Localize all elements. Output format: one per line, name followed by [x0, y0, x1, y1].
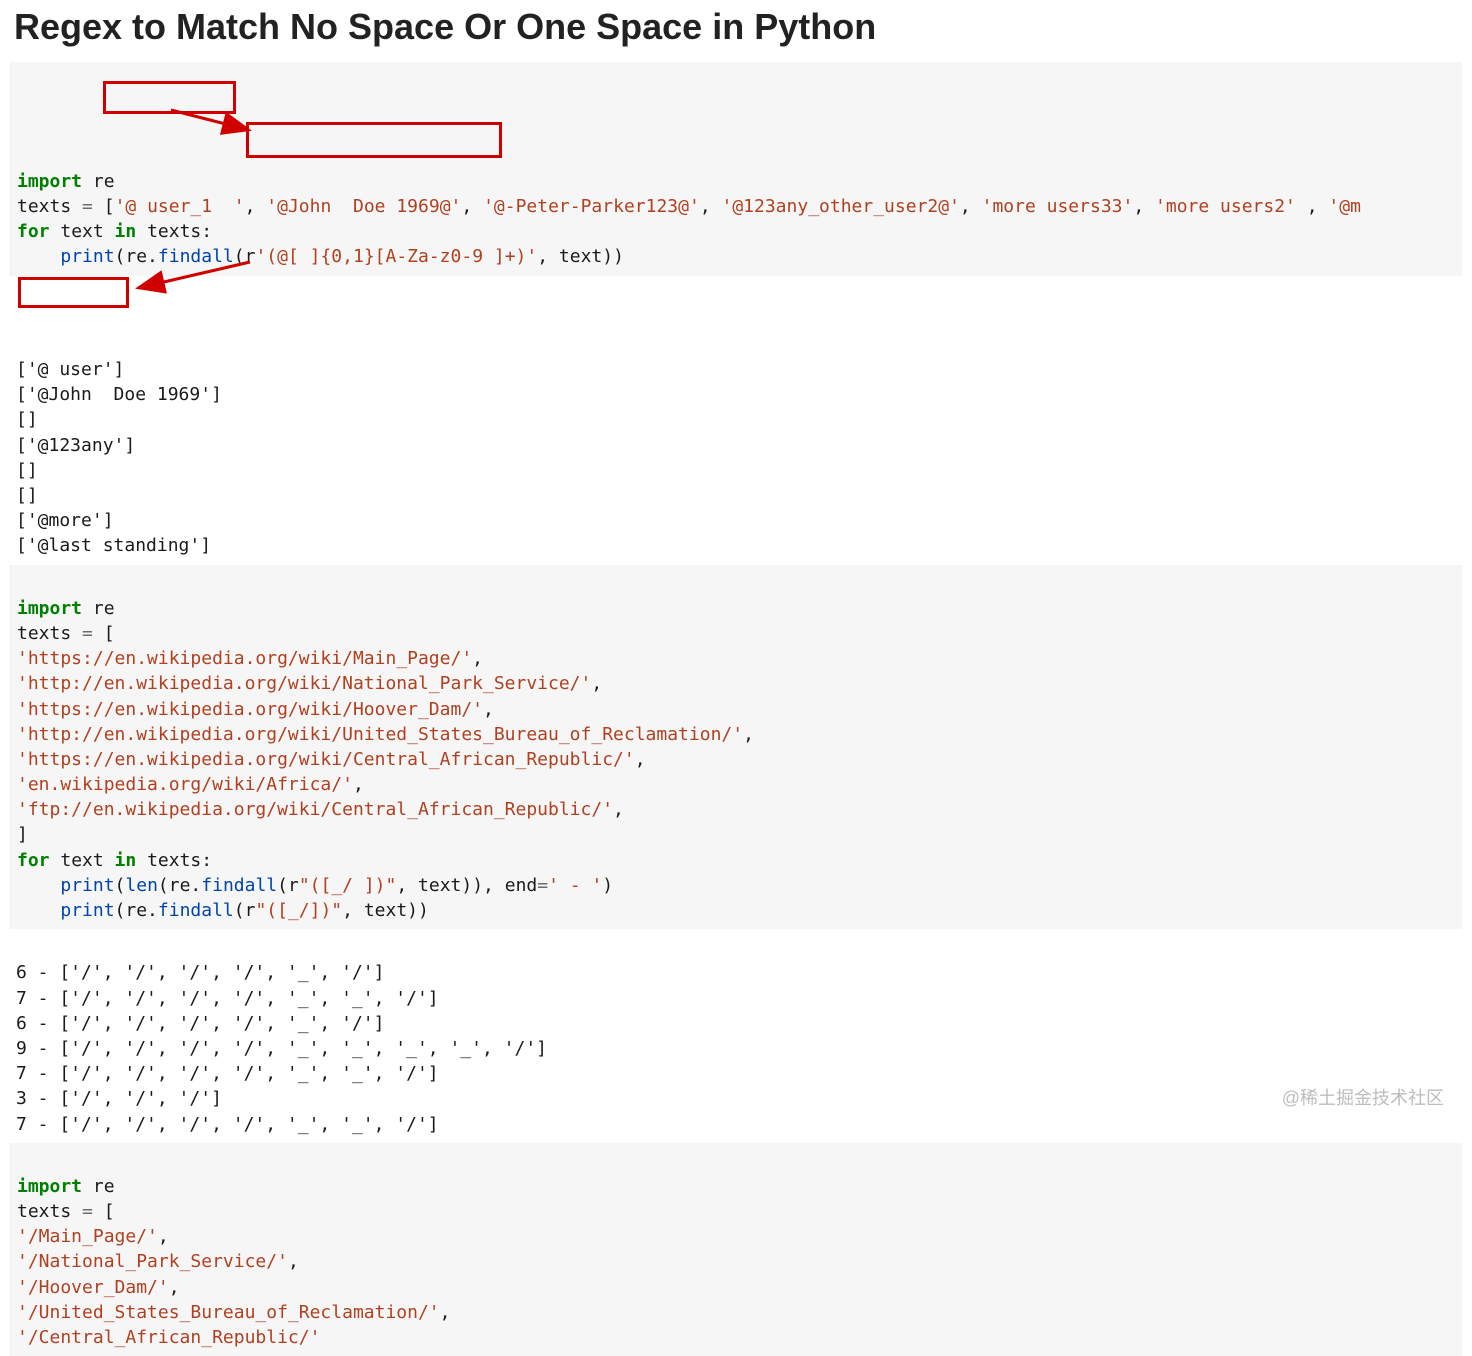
output-line: []	[16, 485, 38, 506]
highlight-box-output	[18, 277, 129, 308]
output-line: 9 - ['/', '/', '/', '/', '_', '_', '_', …	[16, 1038, 547, 1059]
watermark: @稀土掘金技术社区	[1282, 1084, 1444, 1110]
string-literal: 'https://en.wikipedia.org/wiki/Hoover_Da…	[17, 699, 483, 720]
keyword-import: import	[17, 598, 82, 619]
paren: )	[602, 875, 613, 896]
func-len: len	[125, 875, 158, 896]
func-print: print	[60, 900, 114, 921]
regex-pattern: '(@[ ]{0,1}[A-Za-z0-9 ]+)'	[255, 246, 537, 267]
output-line: []	[16, 409, 38, 430]
string-literal: 'ftp://en.wikipedia.org/wiki/Central_Afr…	[17, 799, 613, 820]
keyword-for: for	[17, 221, 50, 242]
string-literal: '/National_Park_Service/'	[17, 1251, 288, 1272]
paren: (re.	[115, 900, 158, 921]
bracket-close: ]	[17, 824, 28, 845]
output-block-1: ['@ user'] ['@John Doe 1969'] [] ['@123a…	[10, 276, 1462, 565]
operator-eq: =	[82, 196, 93, 217]
output-line: ['@last standing']	[16, 535, 211, 556]
string-literal: '/Hoover_Dam/'	[17, 1277, 169, 1298]
string-literal: 'http://en.wikipedia.org/wiki/United_Sta…	[17, 724, 743, 745]
var-texts: texts:	[136, 850, 212, 871]
paren: (	[115, 875, 126, 896]
module-re: re	[82, 1176, 115, 1197]
regex-pattern: "([_/ ])"	[299, 875, 397, 896]
paren: (re.	[158, 875, 201, 896]
bracket-open: [	[93, 623, 115, 644]
output-line: ['@more']	[16, 510, 114, 531]
module-re: re	[82, 598, 115, 619]
string-literal: ' - '	[548, 875, 602, 896]
paren: , text)), end	[396, 875, 537, 896]
code-block-2: import re texts = [ 'https://en.wikipedi…	[10, 565, 1462, 930]
string-literal: 'https://en.wikipedia.org/wiki/Central_A…	[17, 749, 635, 770]
operator-eq: =	[537, 875, 548, 896]
func-print: print	[60, 246, 114, 267]
operator-eq: =	[82, 623, 93, 644]
string-literal: 'https://en.wikipedia.org/wiki/Main_Page…	[17, 648, 472, 669]
string-literal: '@-Peter-Parker123@'	[483, 196, 700, 217]
paren: (r	[234, 900, 256, 921]
output-line: ['@123any']	[16, 435, 135, 456]
operator-eq: =	[82, 1201, 93, 1222]
page-title: Regex to Match No Space Or One Space in …	[0, 0, 1472, 62]
keyword-import: import	[17, 171, 82, 192]
bracket-open: [	[93, 1201, 115, 1222]
string-literal: 'en.wikipedia.org/wiki/Africa/'	[17, 774, 353, 795]
code-block-3: import re texts = [ '/Main_Page/', '/Nat…	[10, 1143, 1462, 1356]
func-findall: findall	[158, 900, 234, 921]
output-line: ['@John Doe 1969']	[16, 384, 222, 405]
paren: (r	[234, 246, 256, 267]
var-text: text	[50, 850, 115, 871]
output-block-2: 6 - ['/', '/', '/', '/', '_', '/'] 7 - […	[10, 929, 1462, 1143]
arrow-input-to-pattern	[161, 106, 281, 136]
code-block-1: import re texts = ['@ user_1 ', '@John D…	[10, 62, 1462, 276]
module-re: re	[82, 171, 115, 192]
func-findall: findall	[158, 246, 234, 267]
paren: , text))	[342, 900, 429, 921]
string-literal: 'http://en.wikipedia.org/wiki/National_P…	[17, 673, 591, 694]
paren: , text))	[537, 246, 624, 267]
output-line: 7 - ['/', '/', '/', '/', '_', '_', '/']	[16, 1063, 439, 1084]
indent	[17, 246, 60, 267]
string-literal: '@123any_other_user2@'	[722, 196, 960, 217]
output-line: []	[16, 460, 38, 481]
string-literal: '@ user_1 '	[115, 196, 245, 217]
bracket-open: [	[93, 196, 115, 217]
var-text: text	[50, 221, 115, 242]
keyword-import: import	[17, 1176, 82, 1197]
output-line: 7 - ['/', '/', '/', '/', '_', '_', '/']	[16, 988, 439, 1009]
keyword-for: for	[17, 850, 50, 871]
keyword-in: in	[115, 221, 137, 242]
var-texts: texts	[17, 623, 82, 644]
output-line: 7 - ['/', '/', '/', '/', '_', '_', '/']	[16, 1114, 439, 1135]
string-literal: '/United_States_Bureau_of_Reclamation/'	[17, 1302, 440, 1323]
highlight-box-pattern	[246, 122, 502, 158]
string-literal: 'more users33'	[982, 196, 1134, 217]
var-texts: texts:	[136, 221, 212, 242]
string-literal: '/Main_Page/'	[17, 1226, 158, 1247]
string-literal: '/Central_African_Republic/'	[17, 1327, 320, 1348]
indent	[17, 900, 60, 921]
keyword-in: in	[115, 850, 137, 871]
string-literal: 'more users2'	[1155, 196, 1296, 217]
regex-pattern: "([_/])"	[255, 900, 342, 921]
paren: (re.	[115, 246, 158, 267]
func-print: print	[60, 875, 114, 896]
indent	[17, 875, 60, 896]
output-line: 3 - ['/', '/', '/']	[16, 1088, 222, 1109]
string-literal: '@John Doe 1969@'	[266, 196, 461, 217]
var-texts: texts	[17, 1201, 82, 1222]
output-line: 6 - ['/', '/', '/', '/', '_', '/']	[16, 1013, 384, 1034]
output-line: ['@ user']	[16, 359, 124, 380]
var-texts: texts	[17, 196, 82, 217]
paren: (r	[277, 875, 299, 896]
func-findall: findall	[201, 875, 277, 896]
highlight-box-input	[103, 81, 236, 114]
string-literal: '@m	[1328, 196, 1361, 217]
output-line: 6 - ['/', '/', '/', '/', '_', '/']	[16, 962, 384, 983]
